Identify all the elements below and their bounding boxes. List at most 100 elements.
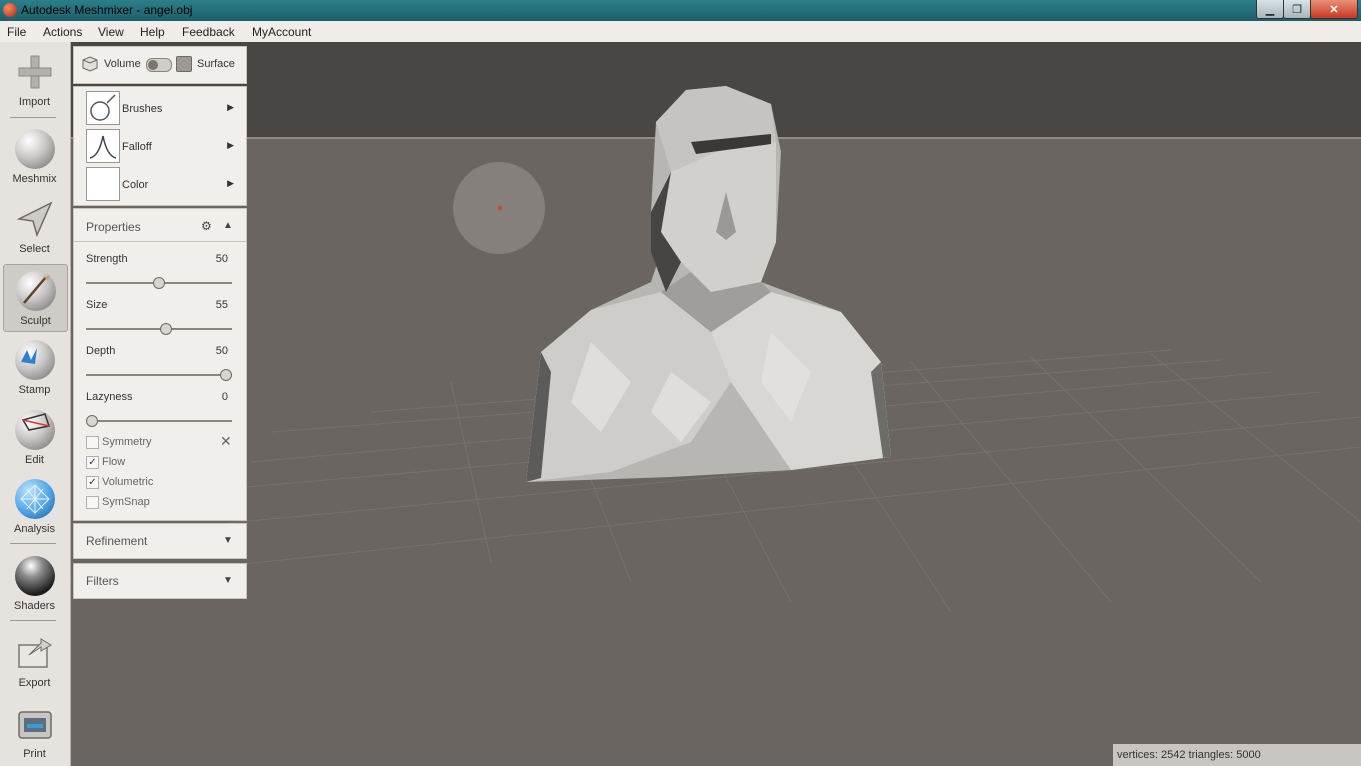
surface-icon bbox=[176, 56, 192, 72]
color-swatch bbox=[86, 167, 120, 201]
color-arrow-icon: ▶ bbox=[227, 178, 234, 188]
surface-label[interactable]: Surface bbox=[197, 58, 235, 70]
strength-slider-knob[interactable] bbox=[153, 277, 165, 289]
depth-slider[interactable] bbox=[86, 369, 232, 381]
filters-panel[interactable]: Filters ▼ bbox=[73, 563, 247, 599]
color-label: Color bbox=[122, 179, 149, 191]
tool-stamp[interactable]: Stamp bbox=[3, 334, 66, 400]
toolbar-divider bbox=[10, 543, 56, 544]
title-bar: Autodesk Meshmixer - angel.obj ▁ ❐ ✕ bbox=[0, 0, 1361, 21]
edit-sphere-icon bbox=[15, 410, 55, 450]
depth-value: 50 bbox=[215, 345, 228, 357]
3d-viewport[interactable] bbox=[71, 42, 1361, 766]
strength-slider[interactable] bbox=[86, 277, 232, 289]
symmetry-label: Symmetry bbox=[102, 436, 152, 448]
color-row[interactable]: Color ▶ bbox=[82, 166, 238, 201]
size-label: Size bbox=[86, 299, 108, 311]
symmetry-tools-icon[interactable]: ✕ bbox=[220, 433, 232, 450]
stamp-icon bbox=[15, 340, 55, 380]
printer-icon bbox=[18, 711, 52, 739]
tool-stamp-label: Stamp bbox=[18, 384, 51, 396]
lazyness-slider[interactable] bbox=[86, 415, 232, 427]
brush-thumbnail-icon bbox=[86, 91, 120, 125]
falloff-row[interactable]: Falloff ▶ bbox=[82, 128, 238, 163]
properties-title: Properties bbox=[86, 220, 141, 234]
plus-icon bbox=[18, 55, 52, 89]
volumetric-label: Volumetric bbox=[102, 476, 154, 488]
tool-analysis-label: Analysis bbox=[14, 523, 55, 535]
angel-mesh-model[interactable] bbox=[526, 86, 891, 482]
tool-export[interactable]: Export bbox=[3, 627, 66, 693]
falloff-label: Falloff bbox=[122, 141, 152, 153]
collapse-up-icon[interactable]: ▲ bbox=[223, 220, 233, 231]
properties-panel: Properties ⚙ ▲ Strength 50 Size 55 Depth… bbox=[73, 208, 247, 521]
arrow-cursor-icon bbox=[16, 201, 53, 238]
export-icon bbox=[18, 638, 52, 668]
tool-meshmix[interactable]: Meshmix bbox=[3, 123, 66, 189]
volume-label[interactable]: Volume bbox=[104, 58, 141, 70]
toolbar-divider bbox=[10, 620, 56, 621]
viewport-scene[interactable] bbox=[71, 42, 1361, 766]
lazyness-label: Lazyness bbox=[86, 391, 133, 403]
properties-header[interactable]: Properties ⚙ ▲ bbox=[74, 209, 246, 242]
tool-import[interactable]: Import bbox=[3, 46, 66, 112]
size-slider[interactable] bbox=[86, 323, 232, 335]
size-slider-knob[interactable] bbox=[159, 323, 172, 335]
shader-sphere-icon bbox=[15, 556, 55, 596]
gear-icon[interactable]: ⚙ bbox=[201, 219, 212, 233]
volumetric-checkbox[interactable]: ✓ bbox=[86, 476, 99, 489]
minimize-button[interactable]: ▁ bbox=[1256, 0, 1284, 19]
tool-import-label: Import bbox=[18, 96, 51, 108]
flow-checkbox[interactable]: ✓ bbox=[86, 456, 99, 469]
brushes-row[interactable]: Brushes ▶ bbox=[82, 90, 238, 125]
symsnap-checkbox[interactable] bbox=[86, 496, 99, 509]
expand-down-icon[interactable]: ▼ bbox=[223, 575, 233, 586]
volume-surface-toggle[interactable] bbox=[146, 58, 172, 72]
toolbar-divider bbox=[10, 117, 56, 118]
lazyness-slider-knob[interactable] bbox=[86, 415, 98, 427]
close-button[interactable]: ✕ bbox=[1310, 0, 1358, 19]
strength-value: 50 bbox=[215, 253, 228, 265]
flow-label: Flow bbox=[102, 456, 126, 468]
tool-shaders[interactable]: Shaders bbox=[3, 550, 66, 616]
left-toolbar: Import Meshmix Select Sculpt Stamp Edit … bbox=[0, 42, 71, 766]
symsnap-label: SymSnap bbox=[102, 496, 150, 508]
cube-icon bbox=[82, 56, 98, 72]
tool-shaders-label: Shaders bbox=[14, 600, 55, 612]
filters-title: Filters bbox=[86, 574, 119, 588]
tool-analysis[interactable]: Analysis bbox=[3, 473, 66, 539]
depth-slider-knob[interactable] bbox=[220, 369, 232, 381]
size-value: 55 bbox=[215, 299, 228, 311]
falloff-arrow-icon: ▶ bbox=[227, 140, 234, 150]
expand-down-icon[interactable]: ▼ bbox=[223, 535, 233, 546]
tool-sculpt-label: Sculpt bbox=[20, 315, 51, 327]
falloff-curve-icon bbox=[86, 129, 120, 163]
analysis-sphere-icon bbox=[15, 479, 55, 519]
meshmixer-logo-icon bbox=[3, 3, 17, 17]
menu-feedback[interactable]: Feedback bbox=[182, 25, 235, 39]
mesh-stats-status: vertices: 2542 triangles: 5000 bbox=[1113, 744, 1361, 766]
refinement-panel[interactable]: Refinement ▼ bbox=[73, 523, 247, 559]
window-title: Autodesk Meshmixer - angel.obj bbox=[21, 3, 193, 17]
tool-print[interactable]: Print bbox=[3, 698, 66, 764]
tool-edit[interactable]: Edit bbox=[3, 404, 66, 470]
tool-select[interactable]: Select bbox=[3, 193, 66, 259]
refinement-title: Refinement bbox=[86, 534, 148, 548]
menu-help[interactable]: Help bbox=[140, 25, 165, 39]
tool-select-label: Select bbox=[19, 243, 50, 255]
maximize-button[interactable]: ❐ bbox=[1283, 0, 1311, 19]
menu-view[interactable]: View bbox=[98, 25, 124, 39]
sphere-face-icon bbox=[15, 129, 55, 169]
menu-actions[interactable]: Actions bbox=[43, 25, 82, 39]
menu-bar: File Actions View Help Feedback MyAccoun… bbox=[0, 21, 1361, 43]
menu-file[interactable]: File bbox=[7, 25, 26, 39]
brush-sphere-icon bbox=[16, 271, 56, 311]
symmetry-checkbox[interactable] bbox=[86, 436, 99, 449]
tool-meshmix-label: Meshmix bbox=[12, 173, 57, 185]
tool-sculpt[interactable]: Sculpt bbox=[3, 264, 68, 332]
lazyness-value: 0 bbox=[221, 391, 228, 403]
tool-export-label: Export bbox=[18, 677, 51, 689]
brush-panel: Brushes ▶ Falloff ▶ Color ▶ bbox=[73, 86, 247, 206]
menu-myaccount[interactable]: MyAccount bbox=[252, 25, 311, 39]
brushes-arrow-icon: ▶ bbox=[227, 102, 234, 112]
